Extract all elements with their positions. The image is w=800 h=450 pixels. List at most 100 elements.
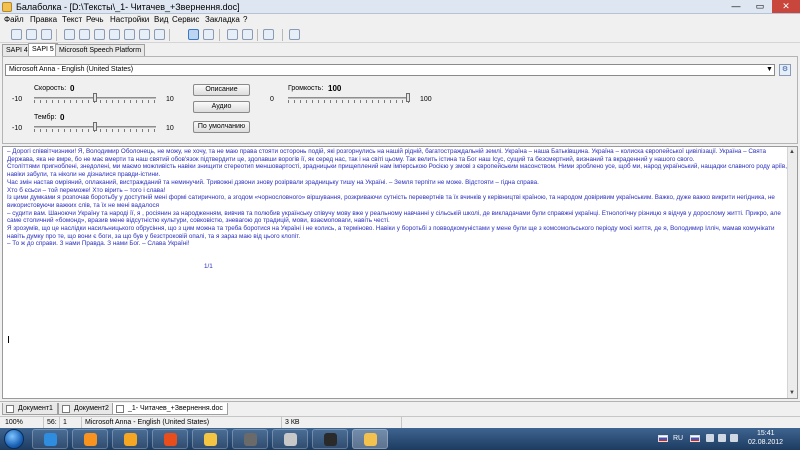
- toolbar-separator: [219, 29, 220, 41]
- editor-scrollbar[interactable]: [787, 147, 797, 398]
- defaults-button[interactable]: По умолчанию: [193, 121, 250, 133]
- volume-min: 0: [270, 96, 274, 103]
- menu-edit[interactable]: Правка: [30, 14, 57, 26]
- document-icon: [116, 405, 124, 413]
- odnoklassniki-icon: [124, 433, 137, 446]
- tab-label: Документ1: [18, 405, 53, 412]
- menu-settings[interactable]: Настройки: [110, 14, 149, 26]
- toolbar-separator: [282, 29, 283, 41]
- paragraph: – судити вам. Шаноючи Україну та народі …: [7, 209, 781, 225]
- scroll-down-icon[interactable]: ▼: [788, 389, 796, 397]
- chevron-down-icon[interactable]: ▼: [765, 65, 774, 75]
- taskbar-app[interactable]: [152, 429, 188, 449]
- rate-label: Скорость:: [34, 85, 67, 92]
- volume-icon[interactable]: [718, 434, 726, 442]
- status-bar: 100% 56: 1 Microsoft Anna - English (Uni…: [0, 416, 800, 429]
- taskbar-app[interactable]: [112, 429, 148, 449]
- tab-document2[interactable]: Документ2: [58, 403, 114, 415]
- minimize-button[interactable]: —: [724, 0, 748, 13]
- rate-value: 0: [70, 84, 75, 93]
- pitch-slider-thumb[interactable]: [93, 122, 97, 131]
- stop-icon[interactable]: [94, 29, 105, 40]
- tab-current-document[interactable]: _1- Читачев_+Звернення.doc: [112, 403, 228, 415]
- menu-help[interactable]: ?: [243, 14, 247, 26]
- balabolka-icon: [364, 433, 377, 446]
- clock-date[interactable]: 02.08.2012: [748, 439, 783, 447]
- language-indicator[interactable]: RU: [673, 435, 683, 443]
- taskbar-app[interactable]: [272, 429, 308, 449]
- rate-max: 10: [166, 96, 174, 103]
- tab-sapi5[interactable]: SAPI 5: [28, 43, 58, 56]
- pitch-slider[interactable]: [34, 122, 156, 132]
- russian-flag-icon[interactable]: [690, 435, 700, 442]
- network-icon[interactable]: [706, 434, 714, 442]
- scroll-up-icon[interactable]: ▲: [788, 148, 796, 156]
- menu-tools[interactable]: Сервис: [172, 14, 199, 26]
- taskbar: RU 15:41 02.08.2012: [0, 428, 800, 450]
- document-icon: [62, 405, 70, 413]
- spell-check-icon[interactable]: [203, 29, 214, 40]
- paragraph: – То ж до справи. З нами Правда. З нами …: [7, 240, 190, 248]
- clock-time[interactable]: 15:41: [757, 430, 775, 438]
- close-button[interactable]: ✕: [772, 0, 800, 13]
- text-editor[interactable]: – Дорогі співвітчизники! Я, Володимир Об…: [2, 146, 798, 399]
- maximize-button[interactable]: ▭: [748, 0, 772, 13]
- volume-label: Громкость:: [288, 85, 324, 92]
- volume-slider[interactable]: [288, 93, 410, 103]
- tray-icon[interactable]: [730, 434, 738, 442]
- toolbar-separator: [56, 29, 57, 41]
- open-file-icon[interactable]: [26, 29, 37, 40]
- save-file-icon[interactable]: [41, 29, 52, 40]
- pitch-value: 0: [60, 113, 65, 122]
- rate-min: -10: [12, 96, 23, 103]
- paragraph: Із цими думками я розпочав боротьбу у до…: [7, 194, 775, 209]
- paragraph: Час змін настав омріяний, оплаканий, вис…: [7, 178, 539, 186]
- description-button[interactable]: Описание: [193, 84, 250, 96]
- start-button[interactable]: [4, 429, 24, 449]
- vlc-icon: [164, 433, 177, 446]
- taskbar-app[interactable]: [312, 429, 348, 449]
- play-clipboard-icon[interactable]: [109, 29, 120, 40]
- media-player-icon: [84, 433, 97, 446]
- menu-text[interactable]: Текст: [62, 14, 82, 26]
- batch-convert-icon[interactable]: [154, 29, 165, 40]
- play-icon[interactable]: [64, 29, 75, 40]
- rate-slider-thumb[interactable]: [93, 93, 97, 102]
- taskbar-app[interactable]: [32, 429, 68, 449]
- audio-button[interactable]: Аудио: [193, 101, 250, 113]
- new-file-icon[interactable]: [11, 29, 22, 40]
- toolbar-separator: [169, 29, 170, 41]
- volume-slider-thumb[interactable]: [406, 93, 410, 102]
- menu-speech[interactable]: Речь: [86, 14, 104, 26]
- pause-icon[interactable]: [79, 29, 90, 40]
- save-audio-icon[interactable]: [124, 29, 135, 40]
- page-indicator: 1/1: [204, 263, 213, 270]
- split-audio-icon[interactable]: [139, 29, 150, 40]
- taskbar-app-balabolka[interactable]: [352, 429, 388, 449]
- taskbar-app[interactable]: [72, 429, 108, 449]
- taskbar-app[interactable]: [232, 429, 268, 449]
- document-icon: [6, 405, 14, 413]
- menu-bookmark[interactable]: Закладка: [205, 14, 240, 26]
- browser-icon: [44, 433, 57, 446]
- next-icon[interactable]: [242, 29, 253, 40]
- volume-max: 100: [420, 96, 432, 103]
- read-selection-icon[interactable]: [188, 29, 199, 40]
- menu-view[interactable]: Вид: [154, 14, 168, 26]
- paragraph: Століттями пригноблені, знедолені, ми ма…: [7, 163, 787, 179]
- russian-flag-icon[interactable]: [658, 435, 668, 442]
- bookmark-icon[interactable]: [263, 29, 274, 40]
- editor-content: – Дорогі співвітчизники! Я, Володимир Об…: [7, 148, 793, 248]
- menu-bar: Файл Правка Текст Речь Настройки Вид Сер…: [0, 14, 800, 26]
- help-icon[interactable]: [289, 29, 300, 40]
- taskbar-app[interactable]: [192, 429, 228, 449]
- tab-document1[interactable]: Документ1: [2, 403, 58, 415]
- rate-slider[interactable]: [34, 93, 156, 103]
- tab-label: _1- Читачев_+Звернення.doc: [128, 405, 223, 412]
- voice-select[interactable]: Microsoft Anna - English (United States): [5, 64, 775, 76]
- document-tabs: Документ1 Документ2 _1- Читачев_+Звернен…: [0, 401, 800, 415]
- tab-speech-platform[interactable]: Microsoft Speech Platform: [55, 44, 146, 56]
- voice-settings-button[interactable]: ⚙: [779, 64, 791, 76]
- menu-file[interactable]: Файл: [4, 14, 24, 26]
- previous-icon[interactable]: [227, 29, 238, 40]
